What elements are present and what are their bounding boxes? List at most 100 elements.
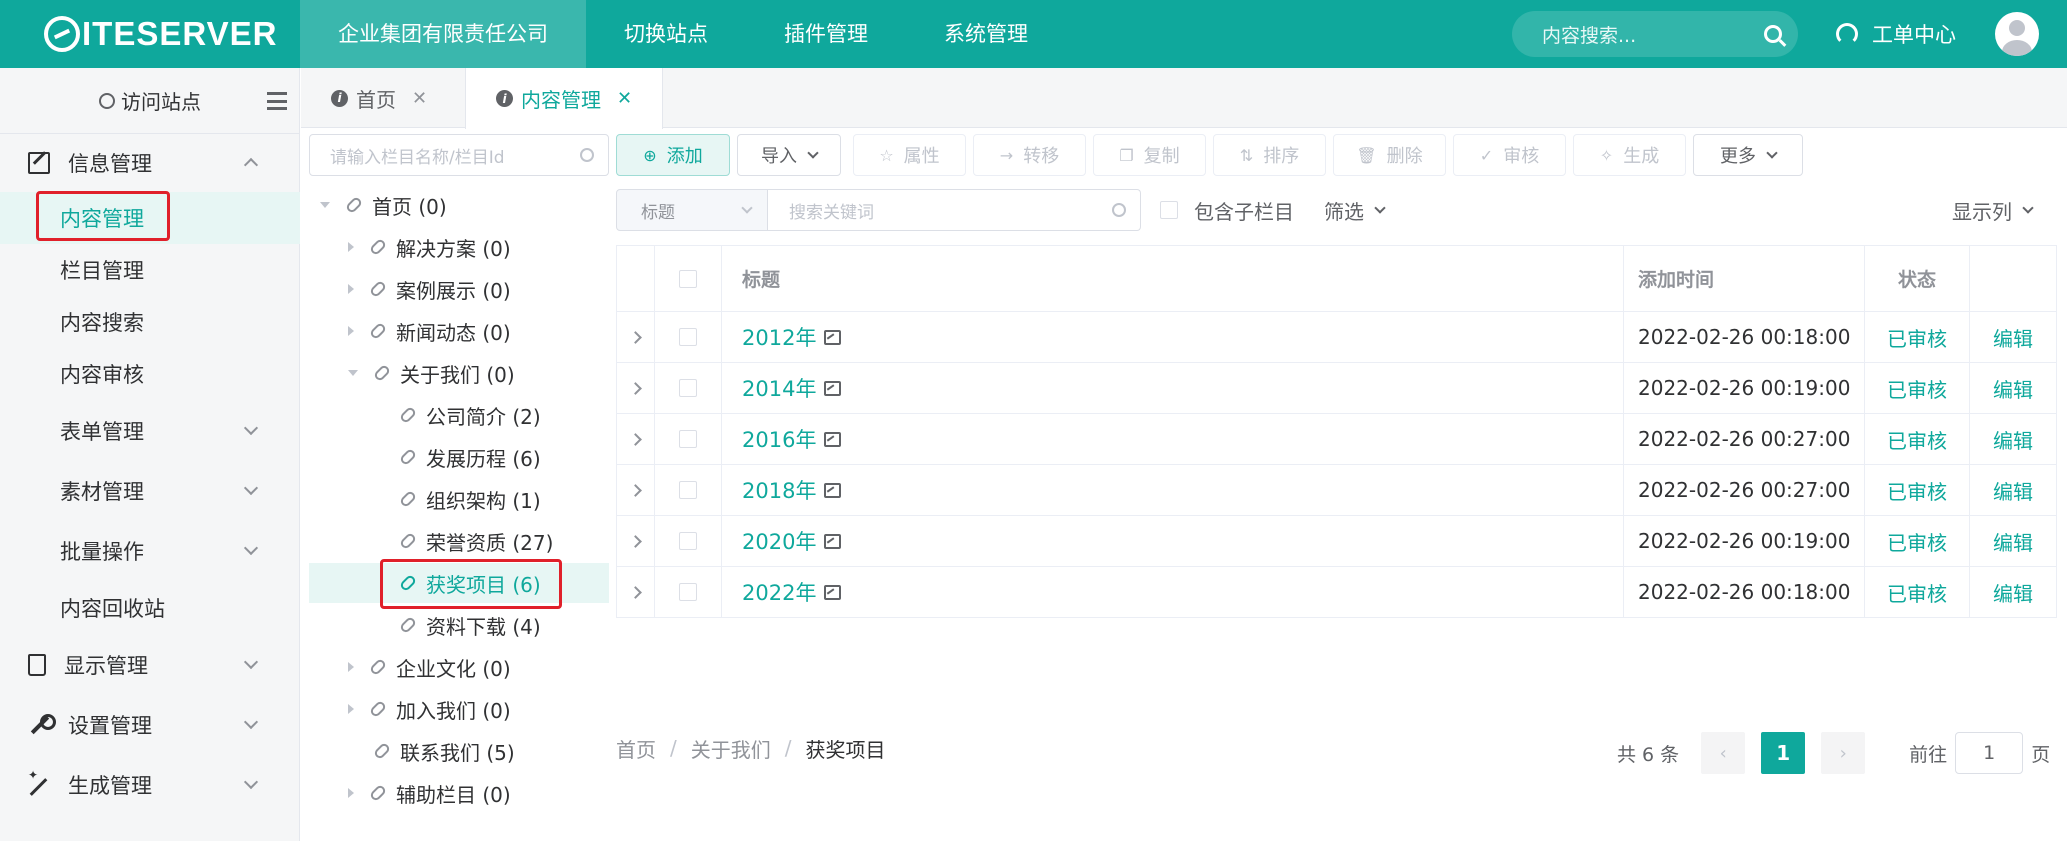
- edit-link[interactable]: 编辑: [1993, 425, 2033, 454]
- sidebar-item-batch[interactable]: 批量操作: [0, 522, 300, 580]
- menu-collapse-icon[interactable]: [267, 92, 287, 110]
- tree-node[interactable]: 荣誉资质 (27): [398, 521, 553, 561]
- sidebar-item-search[interactable]: 内容搜索: [0, 296, 300, 348]
- row-checkbox[interactable]: [679, 481, 697, 499]
- prev-page-button[interactable]: ‹: [1701, 732, 1746, 774]
- title-link[interactable]: 2014年: [742, 373, 816, 403]
- tree-node[interactable]: 组织架构 (1): [398, 479, 541, 519]
- tab-home[interactable]: i 首页 ✕: [331, 68, 427, 128]
- header-time[interactable]: 添加时间: [1624, 246, 1865, 311]
- title-link[interactable]: 2022年: [742, 577, 816, 607]
- search-field-select[interactable]: 标题: [616, 189, 768, 231]
- tree-node[interactable]: 首页 (0): [320, 185, 447, 225]
- more-button[interactable]: 更多: [1693, 134, 1803, 176]
- edit-link[interactable]: 编辑: [1993, 578, 2033, 607]
- expand-cell[interactable]: [616, 414, 655, 464]
- page-number-current[interactable]: 1: [1761, 732, 1806, 774]
- search-icon[interactable]: [1764, 25, 1782, 43]
- sidebar-item-content[interactable]: 内容管理: [0, 192, 300, 244]
- status-link[interactable]: 已审核: [1887, 323, 1947, 352]
- tree-node[interactable]: 解决方案 (0): [348, 227, 511, 267]
- tree-node-selected[interactable]: 获奖项目 (6): [398, 563, 541, 603]
- chevron-right-icon[interactable]: [629, 585, 642, 599]
- status-link[interactable]: 已审核: [1887, 527, 1947, 556]
- tree-node[interactable]: 关于我们 (0): [348, 353, 515, 393]
- properties-button[interactable]: ☆ 属性: [853, 134, 966, 176]
- close-icon[interactable]: ✕: [412, 88, 427, 109]
- edit-link[interactable]: 编辑: [1993, 323, 2033, 352]
- nav-site-company[interactable]: 企业集团有限责任公司: [300, 0, 586, 68]
- edit-link[interactable]: 编辑: [1993, 476, 2033, 505]
- move-button[interactable]: → 转移: [973, 134, 1086, 176]
- status-link[interactable]: 已审核: [1887, 476, 1947, 505]
- goto-page-input[interactable]: 1: [1955, 732, 2024, 774]
- row-checkbox[interactable]: [679, 379, 697, 397]
- delete-button[interactable]: 🗑 删除: [1333, 134, 1446, 176]
- nav-plugins[interactable]: 插件管理: [746, 0, 906, 68]
- tree-node[interactable]: 联系我们 (5): [372, 731, 515, 771]
- nav-switch-site[interactable]: 切换站点: [586, 0, 746, 68]
- row-checkbox[interactable]: [679, 430, 697, 448]
- expand-cell[interactable]: [616, 516, 655, 566]
- status-link[interactable]: 已审核: [1887, 425, 1947, 454]
- sort-button[interactable]: ⇅ 排序: [1213, 134, 1326, 176]
- tree-node[interactable]: 新闻动态 (0): [348, 311, 511, 351]
- site-logo[interactable]: ITESERVER: [44, 12, 277, 56]
- title-link[interactable]: 2012年: [742, 322, 816, 352]
- filter-dropdown[interactable]: 筛选: [1324, 189, 1386, 231]
- header-status[interactable]: 状态: [1865, 246, 1970, 311]
- include-children-checkbox[interactable]: 包含子栏目: [1160, 189, 1294, 231]
- edit-link[interactable]: 编辑: [1993, 374, 2033, 403]
- row-checkbox[interactable]: [679, 583, 697, 601]
- sidebar-group-info[interactable]: 信息管理: [0, 134, 300, 192]
- tree-node[interactable]: 公司简介 (2): [398, 395, 541, 435]
- display-columns-dropdown[interactable]: 显示列: [1952, 189, 2034, 231]
- breadcrumb-item[interactable]: 关于我们: [691, 734, 771, 763]
- status-link[interactable]: 已审核: [1887, 374, 1947, 403]
- chevron-right-icon[interactable]: [629, 381, 642, 395]
- expand-cell[interactable]: [616, 363, 655, 413]
- sidebar-group-generate[interactable]: 生成管理: [0, 756, 300, 814]
- tree-node[interactable]: 资料下载 (4): [398, 605, 541, 645]
- status-link[interactable]: 已审核: [1887, 578, 1947, 607]
- nav-system[interactable]: 系统管理: [906, 0, 1066, 68]
- title-link[interactable]: 2018年: [742, 475, 816, 505]
- keyword-search-input[interactable]: 搜索关键词: [767, 189, 1141, 231]
- chevron-right-icon[interactable]: [629, 330, 642, 344]
- tree-search-input[interactable]: 请输入栏目名称/栏目Id: [309, 134, 609, 176]
- chevron-right-icon[interactable]: [629, 432, 642, 446]
- top-search-input[interactable]: 内容搜索...: [1512, 11, 1798, 57]
- chevron-right-icon[interactable]: [629, 483, 642, 497]
- chevron-right-icon[interactable]: [629, 534, 642, 548]
- row-checkbox[interactable]: [679, 328, 697, 346]
- sidebar-item-forms[interactable]: 表单管理: [0, 402, 300, 460]
- sidebar-item-channel[interactable]: 栏目管理: [0, 244, 300, 296]
- close-icon[interactable]: ✕: [617, 88, 632, 109]
- tree-node[interactable]: 加入我们 (0): [348, 689, 511, 729]
- expand-cell[interactable]: [616, 312, 655, 362]
- title-link[interactable]: 2016年: [742, 424, 816, 454]
- workorder-link[interactable]: 工单中心: [1836, 0, 1956, 68]
- checkbox[interactable]: [1160, 201, 1178, 219]
- next-page-button[interactable]: ›: [1821, 732, 1866, 774]
- visit-site-link[interactable]: 访问站点: [0, 68, 300, 134]
- sidebar-item-material[interactable]: 素材管理: [0, 462, 300, 520]
- select-all-checkbox[interactable]: [679, 269, 697, 288]
- expand-cell[interactable]: [616, 465, 655, 515]
- row-checkbox[interactable]: [679, 532, 697, 550]
- add-button[interactable]: ⊕ 添加: [616, 134, 730, 176]
- breadcrumb-item[interactable]: 首页: [616, 734, 656, 763]
- sidebar-item-recycle[interactable]: 内容回收站: [0, 582, 300, 634]
- search-icon[interactable]: [1112, 203, 1126, 217]
- user-avatar[interactable]: [1995, 12, 2039, 56]
- tree-node[interactable]: 辅助栏目 (0): [348, 773, 511, 813]
- tree-node[interactable]: 企业文化 (0): [348, 647, 511, 687]
- tree-node[interactable]: 案例展示 (0): [348, 269, 511, 309]
- title-link[interactable]: 2020年: [742, 526, 816, 556]
- copy-button[interactable]: ❐ 复制: [1093, 134, 1206, 176]
- tree-node[interactable]: 发展历程 (6): [398, 437, 541, 477]
- sidebar-group-settings[interactable]: 设置管理: [0, 696, 300, 754]
- edit-link[interactable]: 编辑: [1993, 527, 2033, 556]
- tab-content-manage[interactable]: i 内容管理 ✕: [465, 68, 664, 129]
- sidebar-item-review[interactable]: 内容审核: [0, 348, 300, 400]
